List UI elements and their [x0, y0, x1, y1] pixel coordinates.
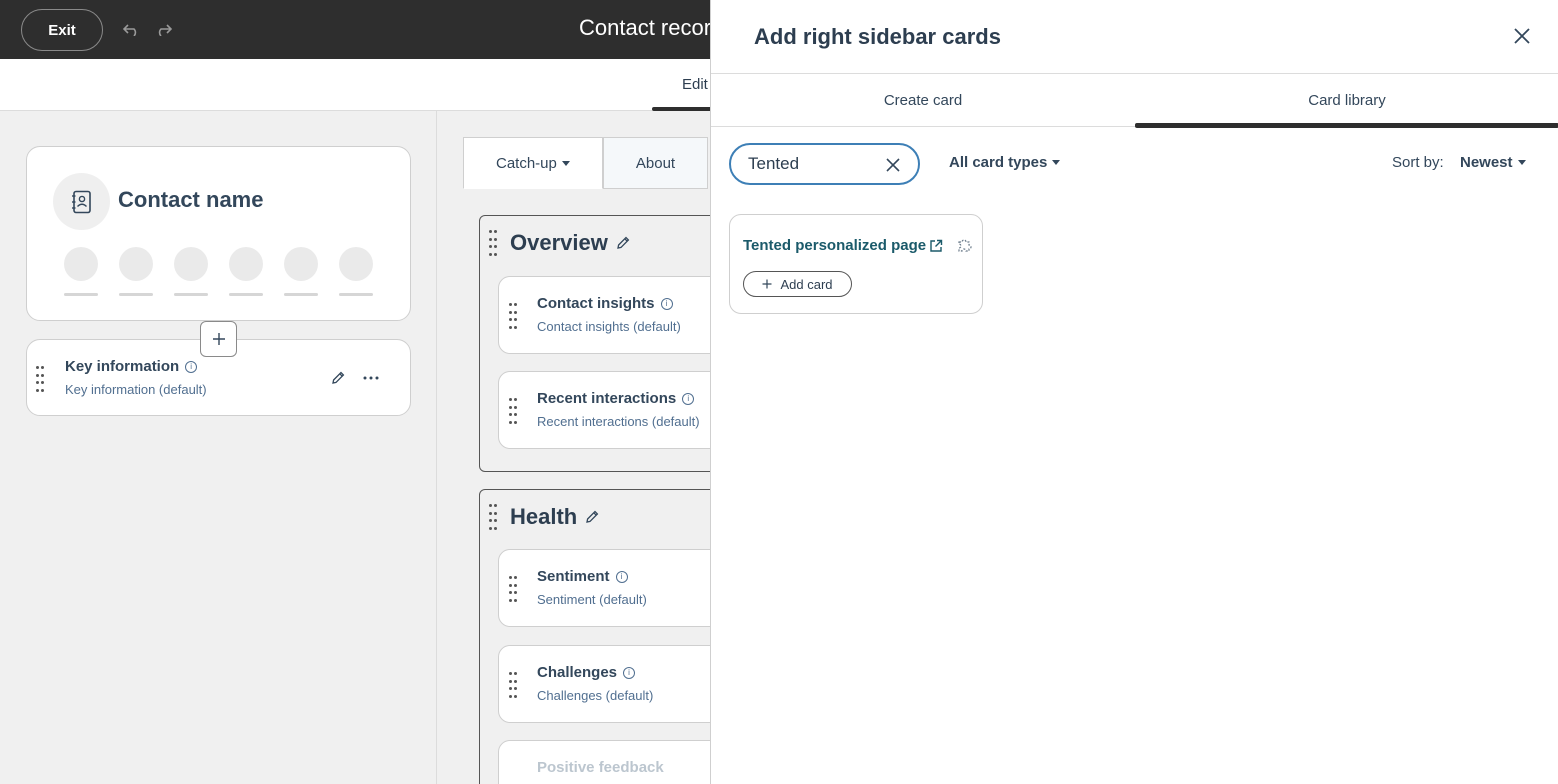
edit-card-button[interactable] [327, 368, 349, 388]
tab-card-library[interactable]: Card library [1135, 74, 1558, 128]
contact-name: Contact name [118, 187, 264, 212]
panel-title: Add right sidebar cards [754, 24, 1001, 49]
section-title: Overview [510, 230, 630, 256]
info-icon[interactable]: i [660, 297, 673, 310]
card-type-filter[interactable]: All card types [949, 154, 1061, 171]
plus-icon [762, 279, 772, 289]
page-title: Contact recor [579, 15, 712, 40]
card-subtitle: Key information (default) [65, 382, 207, 397]
card-title: Sentiment i [537, 568, 628, 585]
section-overview[interactable]: Overview Contact insights i Contact insi… [479, 215, 717, 472]
card-title: Challenges i [537, 664, 636, 681]
info-icon[interactable]: i [682, 392, 695, 405]
action-placeholder [339, 247, 373, 296]
result-card-title-link[interactable]: Tented personalized page [743, 237, 943, 254]
panel-tabs: Create card Card library [711, 73, 1558, 128]
undo-icon[interactable] [122, 19, 142, 39]
left-column: Contact name Key information i Key infor… [0, 111, 437, 784]
card-recent-interactions[interactable]: Recent interactions i Recent interaction… [498, 371, 717, 449]
card-contact-insights[interactable]: Contact insights i Contact insights (def… [498, 276, 717, 354]
middle-column: Catch-up About Overview Contact insights… [437, 111, 717, 784]
tab-catch-up[interactable]: Catch-up [463, 137, 603, 189]
card-subtitle: Sentiment (default) [537, 592, 647, 607]
drag-handle-icon[interactable] [509, 303, 517, 329]
info-icon[interactable]: i [615, 570, 628, 583]
action-placeholder [119, 247, 153, 296]
drag-handle-icon[interactable] [489, 230, 497, 256]
drag-handle-icon[interactable] [509, 672, 517, 698]
pencil-icon[interactable] [585, 510, 599, 524]
card-title: Recent interactions i [537, 390, 695, 407]
tab-about[interactable]: About [602, 137, 709, 189]
section-title: Health [510, 504, 599, 530]
pencil-icon[interactable] [616, 236, 630, 250]
action-placeholder-row [64, 247, 373, 296]
card-subtitle: Challenges (default) [537, 688, 654, 703]
external-link-icon [930, 239, 943, 252]
drag-handle-icon[interactable] [509, 398, 517, 424]
redo-icon[interactable] [153, 19, 173, 39]
drag-handle-icon[interactable] [509, 576, 517, 602]
search-input[interactable] [748, 154, 878, 174]
action-placeholder [229, 247, 263, 296]
card-subtitle: Contact insights (default) [537, 319, 681, 334]
library-card-result: Tented personalized page Add card [729, 214, 983, 314]
faded-card-title: Positive feedback [537, 759, 664, 776]
section-health[interactable]: Health Sentiment i Sentiment (default) C… [479, 489, 717, 784]
tab-create-card[interactable]: Create card [711, 74, 1135, 127]
pencil-icon [332, 371, 345, 384]
puzzle-icon [958, 239, 972, 252]
drag-handle-icon[interactable] [489, 504, 497, 530]
info-icon[interactable]: i [623, 666, 636, 679]
ellipsis-icon [363, 376, 379, 380]
card-title: Contact insights i [537, 295, 673, 312]
clear-search-icon[interactable] [884, 156, 902, 174]
card-challenges[interactable]: Challenges i Challenges (default) [498, 645, 717, 723]
search-box[interactable] [729, 143, 920, 185]
info-icon[interactable]: i [185, 360, 198, 373]
more-options-button[interactable] [360, 368, 382, 388]
action-placeholder [64, 247, 98, 296]
plus-icon [212, 333, 225, 345]
card-subtitle: Recent interactions (default) [537, 414, 700, 429]
sort-dropdown[interactable]: Newest [1460, 154, 1526, 171]
contact-book-icon [71, 190, 91, 213]
action-placeholder [284, 247, 318, 296]
sort-label: Sort by: [1392, 154, 1444, 171]
chevron-down-icon [561, 160, 570, 166]
chevron-down-icon [1052, 160, 1061, 165]
add-cards-panel: Add right sidebar cards Create card Card… [710, 0, 1558, 784]
card-sentiment[interactable]: Sentiment i Sentiment (default) [498, 549, 717, 627]
card-title: Key information i [65, 358, 198, 375]
exit-button[interactable]: Exit [21, 9, 103, 51]
add-card-button[interactable]: Add card [743, 271, 852, 297]
avatar [53, 173, 110, 230]
record-tabs: Catch-up About [463, 137, 709, 189]
close-icon[interactable] [1511, 25, 1533, 47]
action-placeholder [174, 247, 208, 296]
add-card-between-button[interactable] [200, 321, 237, 357]
contact-header-card: Contact name [26, 146, 411, 321]
chevron-down-icon [1517, 160, 1526, 165]
drag-handle-icon[interactable] [36, 366, 44, 392]
